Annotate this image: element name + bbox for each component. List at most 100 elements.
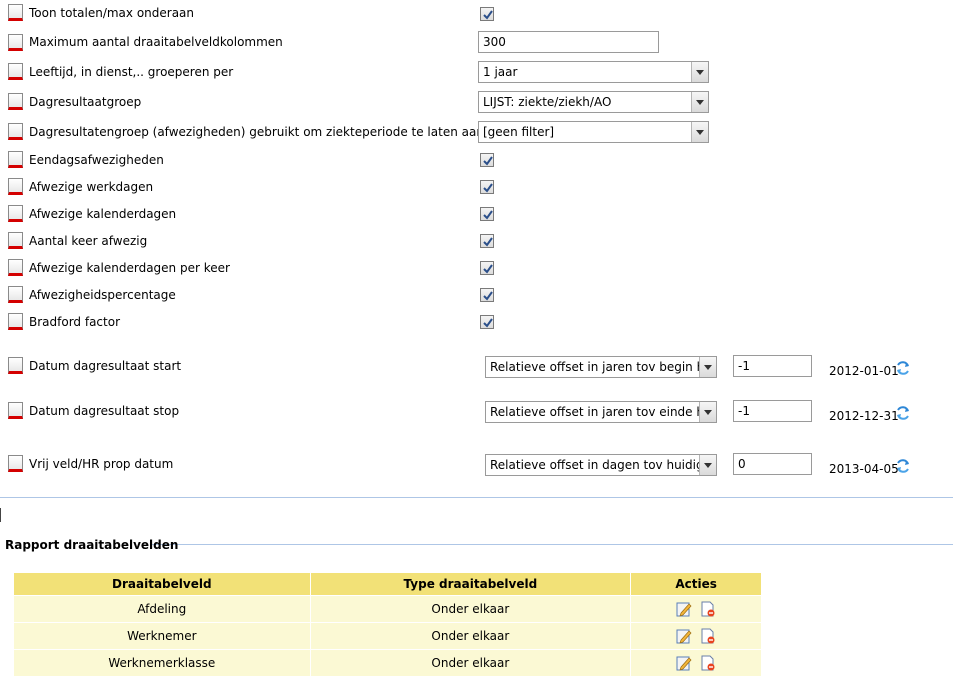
- date-stop-offset-select-value: Relatieve offset in jaren tov einde huid…: [490, 405, 712, 419]
- show-totals-checkbox[interactable]: [480, 7, 494, 21]
- edit-icon[interactable]: [676, 655, 692, 671]
- checkmark-icon: [483, 210, 493, 220]
- table-row: Werknemer Onder elkaar: [13, 622, 762, 650]
- work-days-label: Afwezige werkdagen: [29, 180, 154, 194]
- section-divider: [0, 497, 953, 498]
- chevron-down-icon: [691, 62, 708, 82]
- date-stop-label: Datum dagresultaat stop: [29, 404, 180, 418]
- date-stop-value: 2012-12-31: [829, 409, 899, 423]
- edit-icon[interactable]: [676, 628, 692, 644]
- calendar-days-checkbox[interactable]: [480, 207, 494, 221]
- delete-icon[interactable]: [700, 628, 716, 644]
- checkmark-icon: [483, 10, 493, 20]
- lock-checkbox-calendar-days[interactable]: [8, 205, 23, 222]
- refresh-icon[interactable]: [895, 405, 911, 421]
- calendar-days-label: Afwezige kalenderdagen: [29, 207, 177, 221]
- one-day-label: Eendagsafwezigheden: [29, 153, 164, 167]
- bradford-label: Bradford factor: [29, 315, 121, 329]
- type-cell: Onder elkaar: [309, 595, 632, 623]
- lock-checkbox-day-result-group[interactable]: [8, 93, 23, 110]
- chevron-down-icon: [691, 122, 708, 142]
- header-actions: Acties: [630, 572, 762, 596]
- lock-checkbox-max-columns[interactable]: [8, 34, 23, 51]
- chevron-down-icon: [699, 455, 716, 475]
- absence-pct-label: Afwezigheidspercentage: [29, 288, 176, 302]
- age-group-select-value: 1 jaar: [483, 65, 518, 79]
- lock-checkbox-calendar-days-per-time[interactable]: [8, 259, 23, 276]
- lock-checkbox-date-stop[interactable]: [8, 402, 23, 419]
- absence-group-label: Dagresultatengroep (afwezigheden) gebrui…: [29, 125, 525, 139]
- table-row: Afdeling Onder elkaar: [13, 595, 762, 623]
- date-start-value: 2012-01-01: [829, 364, 899, 378]
- checkmark-icon: [483, 318, 493, 328]
- lock-checkbox-free-date[interactable]: [8, 455, 23, 472]
- times-absent-checkbox[interactable]: [480, 234, 494, 248]
- absence-pct-checkbox[interactable]: [480, 288, 494, 302]
- chevron-down-icon: [699, 402, 716, 422]
- checkmark-icon: [483, 156, 493, 166]
- lock-checkbox-absence-pct[interactable]: [8, 286, 23, 303]
- refresh-icon[interactable]: [895, 458, 911, 474]
- max-columns-label: Maximum aantal draaitabelveldkolommen: [29, 35, 283, 49]
- fieldset-border: [150, 544, 953, 545]
- pivot-fields-table: Draaitabelveld Type draaitabelveld Actie…: [13, 572, 762, 677]
- day-result-group-select-value: LIJST: ziekte/ziekh/AO: [483, 95, 612, 109]
- lock-checkbox-show-totals[interactable]: [8, 4, 23, 21]
- checkmark-icon: [483, 237, 493, 247]
- type-cell: Onder elkaar: [309, 649, 632, 677]
- work-days-checkbox[interactable]: [480, 180, 494, 194]
- free-date-label: Vrij veld/HR prop datum: [29, 457, 174, 471]
- free-date-offset-input[interactable]: 0: [733, 453, 812, 475]
- free-date-value: 2013-04-05: [829, 462, 899, 476]
- one-day-checkbox[interactable]: [480, 153, 494, 167]
- age-group-label: Leeftijd, in dienst,.. groeperen per: [29, 65, 234, 79]
- chevron-down-icon: [691, 92, 708, 112]
- show-totals-label: Toon totalen/max onderaan: [29, 6, 195, 20]
- times-absent-label: Aantal keer afwezig: [29, 234, 148, 248]
- date-start-offset-input[interactable]: -1: [733, 355, 812, 377]
- free-date-offset-select[interactable]: Relatieve offset in dagen tov huidige da…: [485, 454, 717, 476]
- report-legend: Rapport draaitabelvelden: [5, 538, 179, 552]
- table-header-row: Draaitabelveld Type draaitabelveld Actie…: [13, 572, 762, 596]
- bradford-checkbox[interactable]: [480, 315, 494, 329]
- actions-cell: [630, 595, 762, 623]
- free-date-offset-select-value: Relatieve offset in dagen tov huidige da…: [490, 458, 712, 472]
- refresh-icon[interactable]: [895, 360, 911, 376]
- cursor-marker: [0, 508, 1, 522]
- actions-cell: [630, 622, 762, 650]
- lock-checkbox-one-day[interactable]: [8, 151, 23, 168]
- checkmark-icon: [483, 291, 493, 301]
- header-type[interactable]: Type draaitabelveld: [309, 572, 632, 596]
- calendar-days-per-time-checkbox[interactable]: [480, 261, 494, 275]
- field-cell: Afdeling: [13, 595, 311, 623]
- date-stop-offset-input[interactable]: -1: [733, 400, 812, 422]
- day-result-group-select[interactable]: LIJST: ziekte/ziekh/AO: [478, 91, 709, 113]
- lock-checkbox-date-start[interactable]: [8, 357, 23, 374]
- date-start-offset-select[interactable]: Relatieve offset in jaren tov begin huid…: [485, 356, 717, 378]
- chevron-down-icon: [699, 357, 716, 377]
- age-group-select[interactable]: 1 jaar: [478, 61, 709, 83]
- date-stop-offset-select[interactable]: Relatieve offset in jaren tov einde huid…: [485, 401, 717, 423]
- absence-group-select[interactable]: [geen filter]: [478, 121, 709, 143]
- checkmark-icon: [483, 183, 493, 193]
- lock-checkbox-age-group[interactable]: [8, 63, 23, 80]
- header-field[interactable]: Draaitabelveld: [13, 572, 311, 596]
- lock-checkbox-absence-group[interactable]: [8, 123, 23, 140]
- absence-group-select-value: [geen filter]: [483, 125, 555, 139]
- field-cell: Werknemer: [13, 622, 311, 650]
- type-cell: Onder elkaar: [309, 622, 632, 650]
- table-row: Werknemerklasse Onder elkaar: [13, 649, 762, 677]
- date-start-label: Datum dagresultaat start: [29, 359, 182, 373]
- max-columns-input[interactable]: 300: [478, 31, 659, 53]
- lock-checkbox-bradford[interactable]: [8, 313, 23, 330]
- delete-icon[interactable]: [700, 601, 716, 617]
- date-start-offset-select-value: Relatieve offset in jaren tov begin huid…: [490, 360, 712, 374]
- lock-checkbox-work-days[interactable]: [8, 178, 23, 195]
- checkmark-icon: [483, 264, 493, 274]
- actions-cell: [630, 649, 762, 677]
- lock-checkbox-times-absent[interactable]: [8, 232, 23, 249]
- field-cell: Werknemerklasse: [13, 649, 311, 677]
- day-result-group-label: Dagresultaatgroep: [29, 95, 142, 109]
- edit-icon[interactable]: [676, 601, 692, 617]
- delete-icon[interactable]: [700, 655, 716, 671]
